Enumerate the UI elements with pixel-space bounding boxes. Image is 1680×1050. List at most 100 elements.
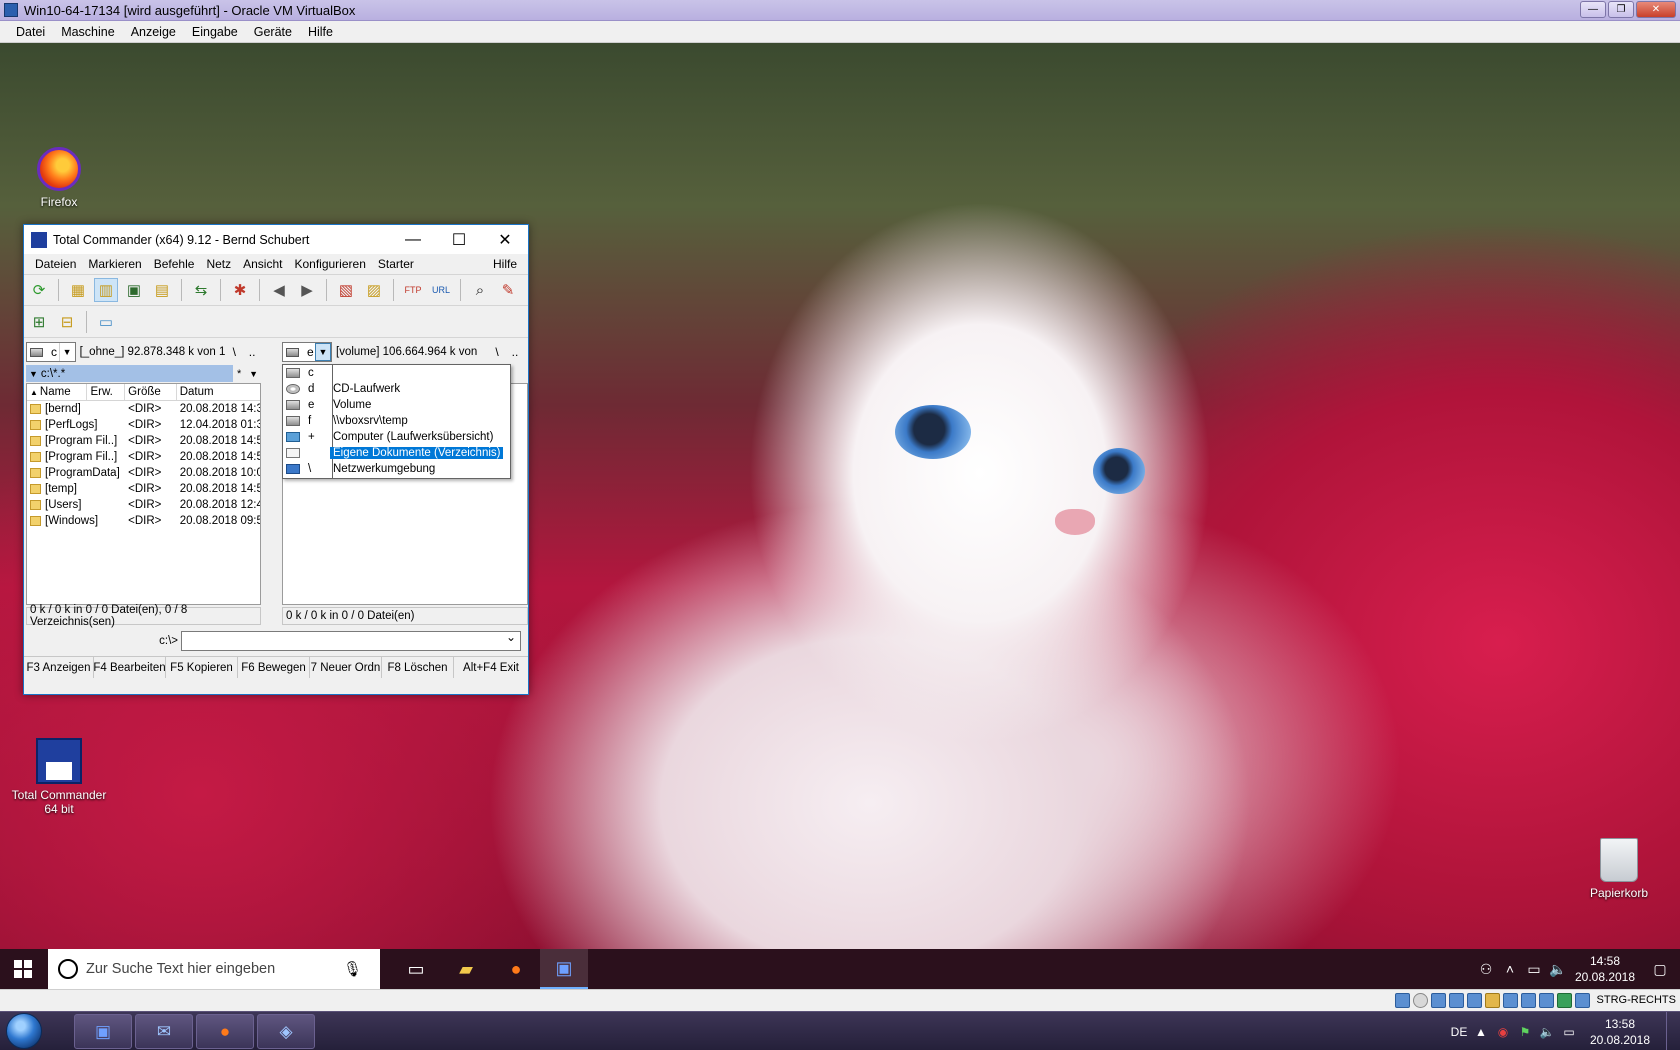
right-drive-select[interactable]: e ▼ bbox=[282, 342, 332, 362]
table-row[interactable]: [bernd] <DIR> 20.08.2018 14:36 bbox=[27, 401, 260, 417]
desktop-icon-total-commander[interactable]: Total Commander 64 bit bbox=[4, 738, 114, 816]
tree-view-icon[interactable]: ▤ bbox=[150, 278, 174, 302]
right-up-button[interactable]: .. bbox=[506, 345, 524, 359]
keyboard-capture-icon[interactable] bbox=[1575, 993, 1590, 1008]
left-path-bar[interactable]: ▼ c:\*.* bbox=[26, 365, 233, 382]
invert-selection-icon[interactable]: ⇆ bbox=[189, 278, 213, 302]
hard-disk-icon[interactable] bbox=[1395, 993, 1410, 1008]
chevron-down-icon[interactable]: ▼ bbox=[249, 369, 258, 379]
tc-menu-markieren[interactable]: Markieren bbox=[82, 257, 147, 271]
microphone-icon[interactable]: 🎙 bbox=[343, 960, 362, 978]
compare-icon[interactable]: ⊟ bbox=[55, 310, 79, 334]
forward-icon[interactable]: ▶ bbox=[295, 278, 319, 302]
f3-view-button[interactable]: F3 Anzeigen bbox=[24, 657, 94, 678]
drive-option[interactable]: \ Netzwerkumgebung bbox=[283, 461, 510, 477]
minimize-icon[interactable]: — bbox=[390, 225, 436, 254]
guest-clock[interactable]: 14:58 20.08.2018 bbox=[1570, 953, 1640, 985]
command-input[interactable] bbox=[181, 630, 521, 651]
right-root-button[interactable]: \ bbox=[488, 345, 506, 359]
optical-drive-icon[interactable] bbox=[1413, 993, 1428, 1008]
drive-option[interactable]: c bbox=[283, 365, 510, 381]
desktop-icon-firefox[interactable]: Firefox bbox=[4, 147, 114, 209]
ftp-connect-icon[interactable]: FTP bbox=[401, 278, 425, 302]
total-commander-icon[interactable]: ▣ bbox=[540, 949, 588, 989]
select-all-icon[interactable]: ✱ bbox=[228, 278, 252, 302]
total-commander-icon[interactable]: ▣ bbox=[74, 1014, 132, 1049]
sync-dirs-icon[interactable]: ⊞ bbox=[27, 310, 51, 334]
antivirus-icon[interactable]: ◉ bbox=[1492, 1025, 1514, 1039]
minimize-icon[interactable]: — bbox=[1580, 1, 1606, 18]
table-row[interactable]: [Windows] <DIR> 20.08.2018 09:56 bbox=[27, 513, 260, 529]
url-connect-icon[interactable]: URL bbox=[429, 278, 453, 302]
thumbnail-view-icon[interactable]: ▣ bbox=[122, 278, 146, 302]
task-view-icon[interactable]: ▭ bbox=[392, 949, 440, 989]
unpack-icon[interactable]: ▨ bbox=[362, 278, 386, 302]
shared-folder-icon[interactable] bbox=[1485, 993, 1500, 1008]
tc-menu-ansicht[interactable]: Ansicht bbox=[237, 257, 288, 271]
people-icon[interactable]: ⚇ bbox=[1474, 961, 1498, 978]
menu-maschine[interactable]: Maschine bbox=[53, 25, 123, 39]
f4-edit-button[interactable]: F4 Bearbeiten bbox=[94, 657, 166, 678]
column-ext[interactable]: Erw. bbox=[87, 384, 126, 400]
display-icon[interactable] bbox=[1503, 993, 1518, 1008]
left-root-button[interactable]: \ bbox=[225, 345, 243, 359]
network-icon[interactable]: ▭ bbox=[1522, 961, 1546, 978]
f6-move-button[interactable]: F6 Bewegen bbox=[238, 657, 310, 678]
volume-icon[interactable]: 🔈 bbox=[1536, 1025, 1558, 1039]
usb-icon[interactable] bbox=[1467, 993, 1482, 1008]
left-up-button[interactable]: .. bbox=[243, 345, 261, 359]
audio-icon[interactable] bbox=[1431, 993, 1446, 1008]
tc-menu-dateien[interactable]: Dateien bbox=[29, 257, 82, 271]
drive-option[interactable]: * Eigene Dokumente (Verzeichnis) bbox=[283, 445, 510, 461]
left-filter[interactable]: * bbox=[237, 368, 241, 380]
table-row[interactable]: [PerfLogs] <DIR> 12.04.2018 01:38 bbox=[27, 417, 260, 433]
menu-geraete[interactable]: Geräte bbox=[246, 25, 300, 39]
network-adapter-icon[interactable] bbox=[1449, 993, 1464, 1008]
close-icon[interactable]: ✕ bbox=[482, 225, 528, 254]
full-view-icon[interactable]: ▥ bbox=[94, 278, 118, 302]
drive-option[interactable]: f \\vboxsrv\temp bbox=[283, 413, 510, 429]
chevron-up-icon[interactable]: ▲ bbox=[1470, 1025, 1492, 1039]
windows-start-icon[interactable] bbox=[6, 1013, 42, 1049]
maximize-icon[interactable]: ☐ bbox=[436, 225, 482, 254]
tc-menu-befehle[interactable]: Befehle bbox=[148, 257, 201, 271]
firefox-icon[interactable]: ● bbox=[492, 949, 540, 989]
binoculars-icon[interactable]: ⌕ bbox=[468, 278, 492, 302]
alt-f4-exit-button[interactable]: Alt+F4 Exit bbox=[454, 657, 528, 678]
multi-rename-icon[interactable]: ✎ bbox=[496, 278, 520, 302]
volume-icon[interactable]: 🔈 bbox=[1546, 961, 1570, 978]
menu-anzeige[interactable]: Anzeige bbox=[123, 25, 184, 39]
show-desktop-button[interactable] bbox=[1666, 1012, 1680, 1050]
table-row[interactable]: [ProgramData] <DIR> 20.08.2018 10:03 bbox=[27, 465, 260, 481]
restore-icon[interactable]: ❐ bbox=[1608, 1, 1634, 18]
drive-option[interactable]: d CD-Laufwerk bbox=[283, 381, 510, 397]
windows-start-icon[interactable] bbox=[14, 960, 32, 978]
firefox-icon[interactable]: ● bbox=[196, 1014, 254, 1049]
host-clock[interactable]: 13:58 20.08.2018 bbox=[1580, 1016, 1660, 1048]
f7-new-folder-button[interactable]: 7 Neuer Ordn bbox=[310, 657, 382, 678]
left-drive-select[interactable]: c ▼ bbox=[26, 342, 76, 362]
chevron-down-icon[interactable]: ▼ bbox=[58, 343, 75, 361]
tc-menu-netz[interactable]: Netz bbox=[200, 257, 237, 271]
desktop-icon-recycle-bin[interactable]: Papierkorb bbox=[1564, 838, 1674, 900]
menu-hilfe[interactable]: Hilfe bbox=[300, 25, 341, 39]
table-row[interactable]: [temp] <DIR> 20.08.2018 14:54 bbox=[27, 481, 260, 497]
tc-menu-hilfe[interactable]: Hilfe bbox=[487, 257, 523, 271]
close-icon[interactable]: ✕ bbox=[1636, 1, 1676, 18]
vt-x-icon[interactable] bbox=[1539, 993, 1554, 1008]
mouse-integration-icon[interactable] bbox=[1557, 993, 1572, 1008]
f8-delete-button[interactable]: F8 Löschen bbox=[382, 657, 454, 678]
language-indicator[interactable]: DE bbox=[1448, 1025, 1470, 1039]
tc-menu-starter[interactable]: Starter bbox=[372, 257, 420, 271]
notepad-icon[interactable]: ▭ bbox=[94, 310, 118, 334]
column-date[interactable]: Datum bbox=[177, 384, 260, 400]
refresh-icon[interactable]: ⟳ bbox=[27, 278, 51, 302]
file-explorer-icon[interactable]: ▰ bbox=[442, 949, 490, 989]
brief-view-icon[interactable]: ▦ bbox=[66, 278, 90, 302]
column-size[interactable]: Größe bbox=[125, 384, 177, 400]
table-row[interactable]: [Users] <DIR> 20.08.2018 12:47 bbox=[27, 497, 260, 513]
thunderbird-icon[interactable]: ✉ bbox=[135, 1014, 193, 1049]
action-center-icon[interactable]: ▢ bbox=[1640, 961, 1680, 978]
f5-copy-button[interactable]: F5 Kopieren bbox=[166, 657, 238, 678]
table-row[interactable]: [Program Fil..] <DIR> 20.08.2018 14:51 bbox=[27, 449, 260, 465]
